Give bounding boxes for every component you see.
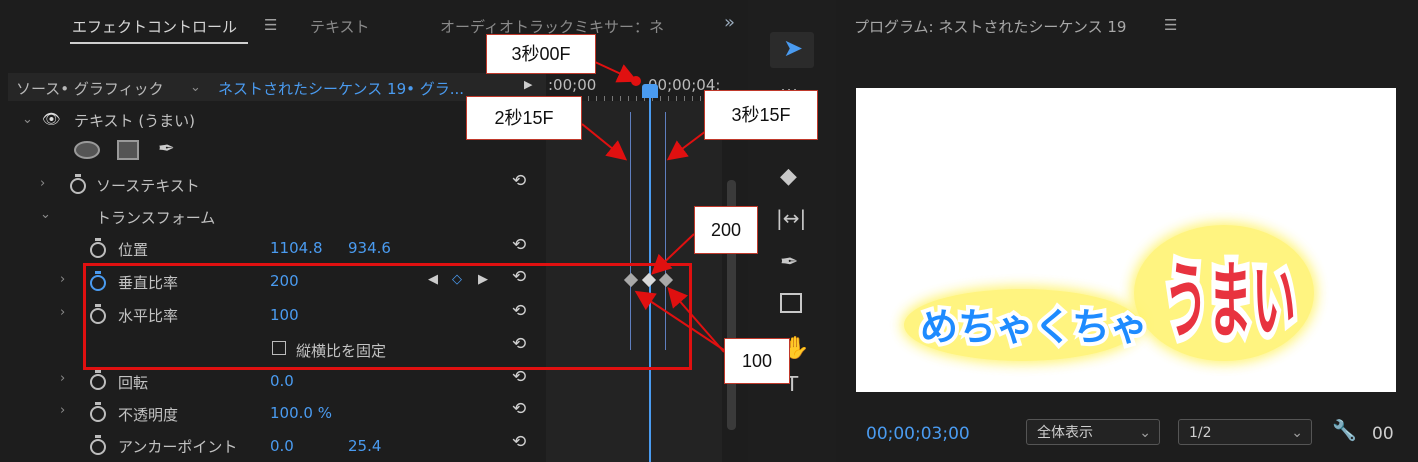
callout-3s15f: 3秒15F: [704, 90, 818, 140]
callout-100: 100: [724, 338, 790, 384]
callout-3s00f: 3秒00F: [486, 34, 596, 74]
callout-200: 200: [694, 206, 758, 254]
callout-2s15f: 2秒15F: [466, 96, 582, 140]
